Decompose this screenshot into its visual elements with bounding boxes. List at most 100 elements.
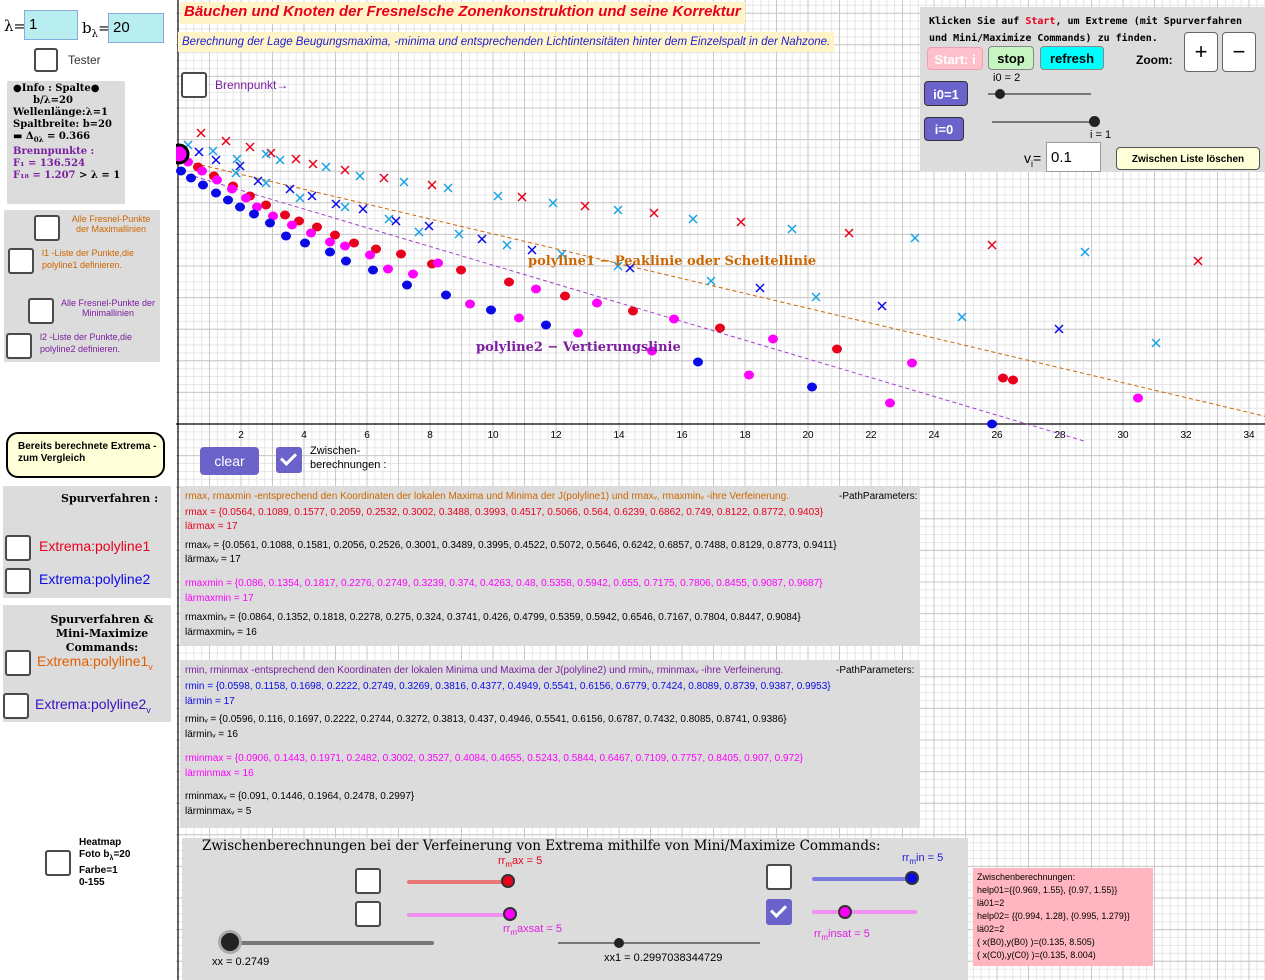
max-cross-light: [261, 149, 271, 159]
minmax-point: [212, 175, 222, 185]
brennpunkt-checkbox[interactable]: [181, 72, 207, 98]
minmax-point: [325, 237, 335, 247]
rrminsat-slider-handle[interactable]: [838, 905, 852, 919]
x-tick-label: 12: [550, 430, 562, 441]
v-input[interactable]: 0.1: [1046, 142, 1101, 172]
max-cross-light: [1151, 338, 1161, 348]
info-line: F₁₈ = 1.207 > λ = 1: [13, 170, 121, 181]
rrmin-slider-track[interactable]: [812, 877, 916, 881]
alle-min-checkbox[interactable]: [28, 298, 54, 324]
max-cross-light: [613, 205, 623, 215]
larmax-value: lärmax = 17: [185, 521, 238, 532]
bereits-button[interactable]: Bereits berechnete Extrema - zum Verglei…: [6, 432, 165, 478]
x-tick-label: 18: [739, 430, 751, 441]
larminmaxv-value: lärminmaxᵥ = 5: [185, 806, 252, 817]
xx1-slider-track[interactable]: [558, 942, 760, 944]
b-lambda-input[interactable]: 20: [108, 13, 164, 43]
x-tick-label: 4: [301, 430, 307, 441]
info-box: ●Info : Spalte● b/λ=20 Wellenlänge:λ=1 S…: [7, 81, 125, 204]
alle-max-label: Alle Fresnel-Punkte der Maximallinien: [71, 214, 151, 234]
min-point: [235, 202, 245, 212]
rrminsat-checkbox[interactable]: [766, 899, 792, 925]
xx-slider-handle[interactable]: [218, 930, 242, 954]
rmax-box: rmax, rmaxmin -entsprechend den Koordina…: [180, 486, 920, 646]
brennpunkt-point[interactable]: [176, 143, 190, 165]
x-tick-label: 22: [865, 430, 877, 441]
rrmin-label: rrmin = 5: [902, 852, 944, 867]
info-line: Brennpunkte :: [13, 146, 95, 157]
max-cross-light: [321, 162, 331, 172]
zoom-out-button[interactable]: −: [1222, 32, 1256, 72]
zoom-in-button[interactable]: +: [1184, 32, 1218, 72]
v-label: vi=: [1024, 150, 1042, 169]
rrmax-slider-track[interactable]: [407, 880, 511, 884]
bottom-title: Zwischenberechnungen bei der Verfeinerun…: [202, 838, 881, 854]
min-point: [176, 166, 186, 176]
brennpunkt-label: Brennpunkt→: [215, 78, 289, 92]
minmax-point: [197, 166, 207, 176]
x-tick-label: 30: [1117, 430, 1129, 441]
extrema-polyline1v-checkbox[interactable]: [5, 650, 31, 676]
polyline1-label: polyline1 − Peaklinie oder Scheitellinie: [528, 254, 817, 269]
x-tick-label: 32: [1180, 430, 1192, 441]
rrmax-label: rrmax = 5: [498, 855, 543, 870]
rrmaxsat-slider-handle[interactable]: [503, 907, 517, 921]
i-0-button[interactable]: i=0: [924, 117, 964, 141]
pink-line: help02= {{0.994, 1.28}, {0.995, 1.279}}: [977, 911, 1130, 921]
min-point: [198, 180, 208, 190]
minmax-point: [433, 258, 443, 268]
max-point: [396, 249, 406, 259]
xx1-slider-handle[interactable]: [614, 938, 624, 948]
rrmaxsat-slider-track[interactable]: [407, 913, 515, 917]
heatmap-checkbox[interactable]: [45, 850, 71, 876]
min-point: [402, 280, 412, 290]
info-line: Wellenlänge:λ=1: [13, 107, 108, 118]
rrmin-checkbox[interactable]: [766, 864, 792, 890]
rrmin-slider-handle[interactable]: [905, 871, 919, 885]
min-point: [987, 419, 997, 429]
rmax-header: rmax, rmaxmin -entsprechend den Koordina…: [185, 491, 789, 502]
x-tick-label: 20: [802, 430, 814, 441]
max-cross-light: [340, 202, 350, 212]
rrmax-slider-handle[interactable]: [501, 874, 515, 888]
l2-list-checkbox[interactable]: [6, 333, 32, 359]
i0-1-button[interactable]: i0=1: [924, 81, 968, 106]
extrema-polyline2-checkbox[interactable]: [5, 568, 31, 594]
min-point: [341, 256, 351, 266]
i-slider-handle[interactable]: [1089, 116, 1100, 127]
larmin-value: lärmin = 17: [185, 696, 235, 707]
min-point: [325, 247, 335, 257]
i0-slider-handle[interactable]: [995, 89, 1005, 99]
rmin-path-params: -PathParameters:: [836, 665, 915, 676]
minmax-point: [514, 313, 524, 323]
refresh-button[interactable]: refresh: [1040, 46, 1104, 70]
lambda-input[interactable]: 1: [24, 10, 78, 40]
polyline2-label: polyline2 − Vertierungslinie: [476, 340, 681, 355]
rmax-values: rmax = {0.0564, 0.1089, 0.1577, 0.2059, …: [185, 507, 824, 518]
alle-max-checkbox[interactable]: [34, 215, 60, 241]
i-slider-track[interactable]: [992, 121, 1096, 123]
clear-list-button[interactable]: Zwischen Liste löschen: [1116, 147, 1260, 170]
pink-line: ( x(C0),y(C0) )=(0.135, 8.004): [977, 950, 1096, 960]
info-line: ▬ Δ0λ = 0.366: [13, 131, 91, 144]
max-point: [560, 291, 570, 301]
zwischen-checkbox[interactable]: [276, 447, 302, 473]
rrmax-checkbox[interactable]: [355, 868, 381, 894]
extrema-polyline1v-label: Extrema:polyline1v: [37, 653, 153, 672]
rrmaxsat-checkbox[interactable]: [355, 901, 381, 927]
clear-button[interactable]: clear: [200, 447, 259, 475]
zwischenberechnungen-box: Zwischenberechnungen: help01={{0.969, 1.…: [973, 868, 1153, 966]
extrema-polyline2v-label: Extrema:polyline2v: [35, 696, 151, 715]
minmax-point: [227, 184, 237, 194]
tester-checkbox[interactable]: [34, 48, 58, 72]
minmax-point: [1133, 393, 1143, 403]
l1-list-checkbox[interactable]: [8, 248, 34, 274]
zwischen-label: Zwischen- berechnungen :: [310, 445, 387, 471]
min-cross: [755, 283, 765, 293]
stop-button[interactable]: stop: [988, 46, 1034, 70]
rrminsat-slider-track[interactable]: [812, 910, 917, 914]
xx-slider-track[interactable]: [230, 941, 434, 945]
extrema-polyline2v-checkbox[interactable]: [3, 693, 29, 719]
start-button[interactable]: Start: i: [927, 47, 983, 70]
extrema-polyline1-checkbox[interactable]: [5, 535, 31, 561]
